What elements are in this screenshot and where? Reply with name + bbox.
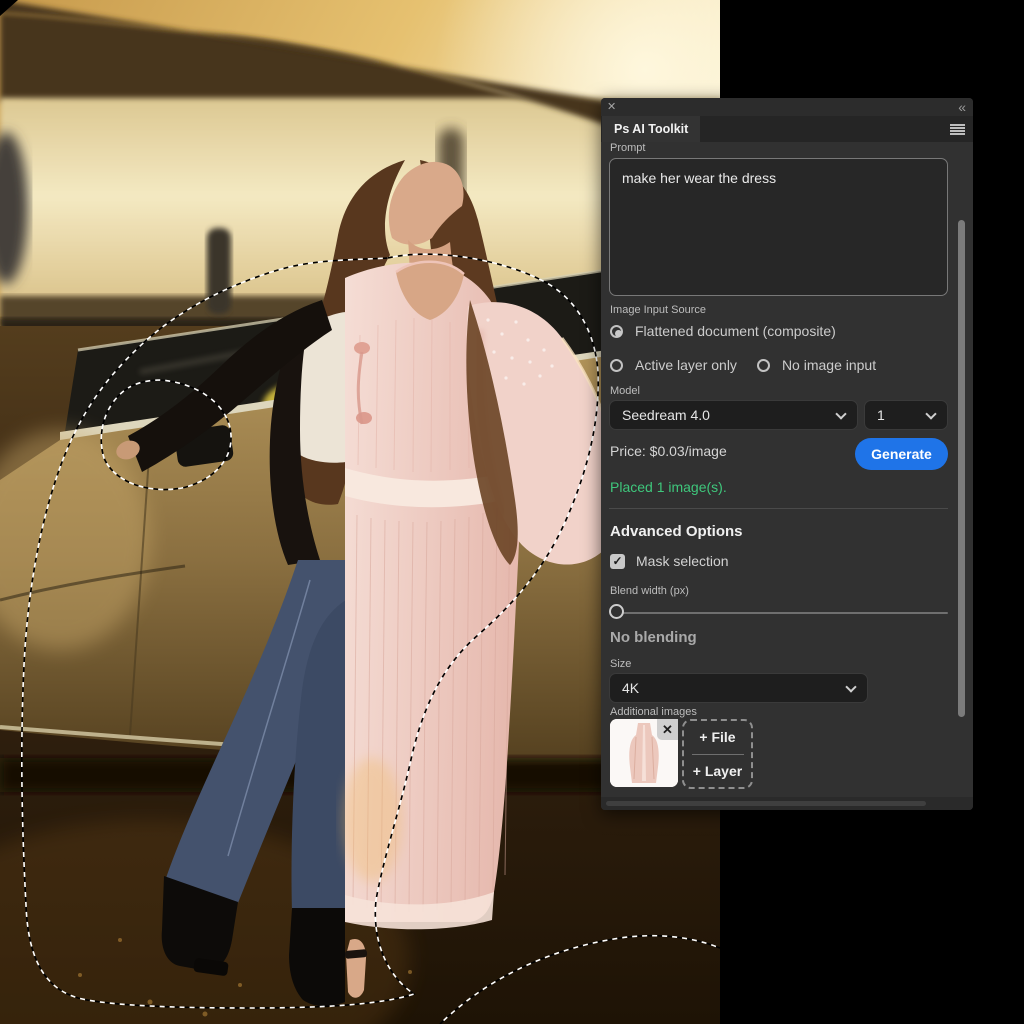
section-divider: [609, 508, 948, 509]
status-text: Placed 1 image(s).: [610, 479, 727, 495]
panel-bottom-bar: [601, 797, 973, 810]
prompt-input[interactable]: [609, 158, 948, 296]
mask-selection-label[interactable]: Mask selection: [636, 553, 729, 569]
tab-ai-toolkit[interactable]: Ps AI Toolkit: [602, 116, 700, 142]
collapse-icon[interactable]: «: [958, 98, 965, 116]
image-input-source-label: Image Input Source: [610, 304, 706, 316]
blend-width-label: Blend width (px): [610, 585, 689, 597]
radio-active-layer-label[interactable]: Active layer only: [635, 357, 737, 373]
panel-tabbar: Ps AI Toolkit: [601, 116, 973, 142]
bare-foot: [346, 939, 366, 998]
close-icon[interactable]: ✕: [607, 99, 616, 115]
ai-toolkit-panel: ✕ « Ps AI Toolkit Prompt Image Input Sou…: [601, 98, 973, 810]
radio-no-image-label[interactable]: No image input: [782, 357, 876, 373]
blend-width-slider[interactable]: [609, 604, 948, 622]
size-select-value: 4K: [622, 680, 639, 696]
radio-flattened-document-label[interactable]: Flattened document (composite): [635, 323, 836, 339]
add-layer-button[interactable]: + Layer: [693, 764, 742, 778]
chevron-down-icon: [925, 408, 936, 419]
panel-menu-icon[interactable]: [950, 124, 965, 135]
size-select[interactable]: 4K: [609, 673, 868, 703]
radio-no-image[interactable]: [757, 359, 770, 372]
model-label: Model: [610, 385, 640, 397]
bollard: [207, 228, 231, 314]
slider-track[interactable]: [611, 612, 948, 614]
panel-vertical-scrollbar[interactable]: [958, 220, 965, 717]
blend-status-text: No blending: [610, 629, 697, 646]
add-box-divider: [692, 754, 744, 755]
image-count-value: 1: [877, 407, 885, 423]
model-select[interactable]: Seedream 4.0: [609, 400, 858, 430]
mask-selection-checkbox[interactable]: ✓: [610, 554, 625, 569]
remove-thumbnail-icon[interactable]: ✕: [657, 719, 678, 740]
prompt-label: Prompt: [610, 142, 645, 154]
radio-active-layer[interactable]: [610, 359, 623, 372]
panel-titlebar: ✕ «: [601, 98, 973, 116]
generate-button[interactable]: Generate: [855, 438, 948, 470]
image-count-select[interactable]: 1: [864, 400, 948, 430]
price-text: Price: $0.03/image: [610, 443, 727, 459]
panel-horizontal-scrollbar[interactable]: [606, 801, 926, 806]
radio-flattened-document[interactable]: [610, 325, 623, 338]
chevron-down-icon: [845, 681, 856, 692]
additional-images-label: Additional images: [610, 706, 697, 718]
panel-content: Prompt Image Input Source Flattened docu…: [601, 142, 973, 796]
add-image-box: + File + Layer: [682, 719, 753, 789]
add-file-button[interactable]: + File: [699, 730, 735, 744]
slider-handle[interactable]: [609, 604, 624, 619]
right-boot: [289, 908, 345, 1006]
chevron-down-icon: [835, 408, 846, 419]
model-select-value: Seedream 4.0: [622, 407, 710, 423]
app-stage: ✕ « Ps AI Toolkit Prompt Image Input Sou…: [0, 0, 1024, 1024]
size-label: Size: [610, 658, 631, 670]
advanced-options-heading: Advanced Options: [610, 523, 743, 540]
